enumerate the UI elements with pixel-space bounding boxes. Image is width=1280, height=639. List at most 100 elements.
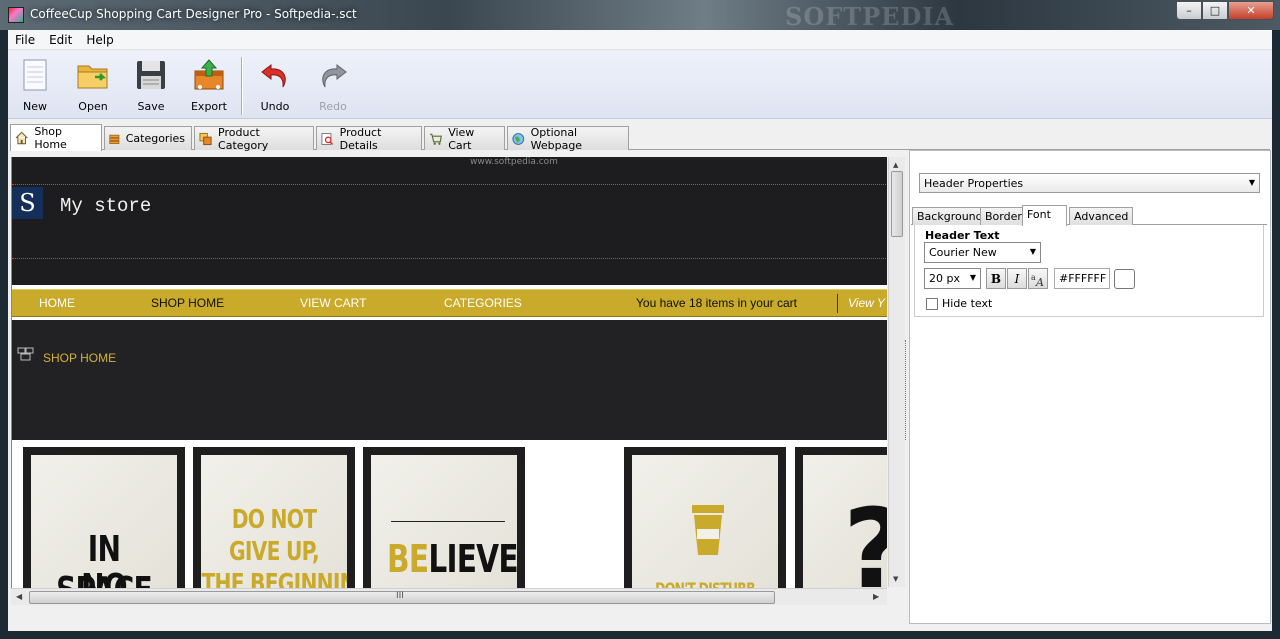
softpedia-watermark: SOFTPEDIA (785, 2, 955, 31)
poster-text: DO NOT (231, 505, 317, 535)
nav-categories[interactable]: CATEGORIES (444, 296, 522, 310)
title-bar: CoffeeCup Shopping Cart Designer Pro - S… (0, 0, 1280, 31)
scroll-right-arrow[interactable]: ▶ (873, 592, 879, 601)
scroll-up-arrow[interactable]: ▲ (893, 161, 898, 169)
export-icon (191, 57, 227, 93)
store-logo[interactable]: S (12, 187, 43, 219)
font-settings: Header Text Courier New ▼ 20 px ▼ B I aA… (914, 225, 1264, 317)
tab-label: Product Category (218, 125, 269, 152)
tab-label: Product Details (339, 125, 382, 152)
globe-icon (512, 132, 525, 145)
poster-text: ? (843, 485, 887, 588)
export-button[interactable]: Export (182, 55, 236, 115)
menu-help[interactable]: Help (79, 33, 120, 47)
poster-rule (391, 521, 505, 522)
undo-button[interactable]: Undo (248, 55, 302, 115)
store-nav-bar[interactable]: HOME SHOP HOME VIEW CART CATEGORIES You … (12, 289, 887, 317)
tab-advanced[interactable]: Advanced (1069, 207, 1134, 225)
chevron-down-icon: ▼ (1029, 247, 1036, 256)
product-details-icon (321, 132, 334, 145)
font-family-value: Courier New (929, 246, 997, 259)
product-card[interactable]: ? (795, 447, 887, 588)
tab-label: Categories (125, 132, 185, 145)
menu-edit[interactable]: Edit (42, 33, 79, 47)
properties-selector-value: Header Properties (924, 177, 1024, 190)
poster-word: LIEVE (428, 537, 517, 581)
panel-splitter[interactable] (905, 340, 908, 440)
new-button[interactable]: New (8, 55, 62, 115)
floppy-disk-icon (133, 57, 169, 93)
product-card[interactable]: IN SPACE NO ONE (23, 447, 185, 588)
font-family-select[interactable]: Courier New ▼ (924, 242, 1041, 263)
tab-product-details[interactable]: Product Details (316, 125, 422, 152)
canvas-watermark: www.softpedia.com (470, 157, 558, 167)
hide-text-label: Hide text (942, 297, 993, 310)
header-guide-top (12, 184, 887, 185)
cart-icon (429, 133, 442, 145)
redo-button[interactable]: Redo (306, 55, 360, 115)
poster-text: GIVE UP, (229, 537, 320, 567)
product-image: DO NOT GIVE UP, THE BEGINNING (201, 455, 347, 588)
poster-text: DON'T DISTURB (648, 579, 762, 588)
page-tabs: Shop Home Categories Product Category Pr… (10, 124, 1270, 152)
poster-text: NO ONE (81, 567, 128, 588)
save-button[interactable]: Save (124, 55, 178, 115)
minimize-button[interactable]: – (1176, 1, 1202, 20)
new-document-icon (17, 57, 53, 93)
tab-background[interactable]: Background (912, 207, 988, 225)
text-effect-icon: aA (1031, 273, 1044, 287)
app-icon (8, 7, 24, 23)
categories-icon (109, 134, 120, 144)
open-button[interactable]: Open (66, 55, 120, 115)
save-label: Save (137, 100, 165, 113)
chevron-down-icon: ▼ (969, 273, 976, 282)
menu-bar: File Edit Help (8, 30, 1272, 50)
tab-shop-home[interactable]: Shop Home (10, 124, 102, 151)
close-button[interactable]: ✕ (1228, 1, 1274, 20)
tab-font[interactable]: Font (1022, 205, 1067, 226)
store-name[interactable]: My store (60, 195, 151, 217)
toolbar-separator (241, 57, 242, 115)
design-canvas[interactable]: www.softpedia.com S My store HOME SHOP H… (11, 157, 887, 588)
boxes-icon (17, 347, 34, 361)
horizontal-scroll-thumb[interactable]: III (29, 591, 775, 604)
product-card[interactable]: DO NOT GIVE UP, THE BEGINNING (193, 447, 355, 588)
vertical-scroll-thumb[interactable] (891, 171, 903, 237)
section-bar[interactable]: SHOP HOME (12, 320, 887, 440)
tab-label: View Cart (448, 125, 475, 152)
scroll-left-arrow[interactable]: ◀ (16, 592, 22, 601)
color-swatch[interactable] (1114, 269, 1135, 289)
store-header[interactable]: www.softpedia.com S My store (12, 157, 887, 285)
redo-label: Redo (319, 100, 347, 113)
nav-shop-home[interactable]: SHOP HOME (151, 296, 224, 310)
view-cart-link[interactable]: View Y (848, 296, 885, 310)
font-size-select[interactable]: 20 px ▼ (924, 268, 981, 289)
horizontal-scrollbar[interactable]: ◀ III ▶ (11, 588, 887, 605)
maximize-button[interactable]: □ (1202, 1, 1228, 20)
bold-button[interactable]: B (986, 268, 1006, 289)
nav-home[interactable]: HOME (39, 296, 75, 310)
tab-categories[interactable]: Categories (104, 126, 192, 150)
product-card[interactable]: DON'T DISTURB (624, 447, 786, 588)
menu-file[interactable]: File (8, 33, 42, 47)
vertical-scrollbar[interactable]: ▲ ▼ (888, 157, 905, 587)
product-image: IN SPACE NO ONE (31, 455, 177, 588)
home-icon (15, 131, 28, 145)
nav-view-cart[interactable]: VIEW CART (300, 296, 366, 310)
chevron-down-icon: ▼ (1248, 178, 1255, 187)
scroll-down-arrow[interactable]: ▼ (893, 575, 898, 583)
italic-button[interactable]: I (1007, 268, 1027, 289)
clear-format-button[interactable]: aA (1028, 268, 1048, 289)
checkbox-box[interactable] (926, 297, 938, 310)
properties-selector[interactable]: Header Properties ▼ (919, 173, 1260, 193)
hide-text-checkbox[interactable]: Hide text (926, 297, 992, 310)
new-label: New (23, 100, 47, 113)
tab-view-cart[interactable]: View Cart (424, 125, 505, 152)
redo-arrow-icon (315, 57, 351, 93)
tab-optional-webpage[interactable]: Optional Webpage (507, 126, 629, 152)
header-guide-bottom (12, 258, 887, 259)
tab-border[interactable]: Border (980, 207, 1027, 225)
tab-product-category[interactable]: Product Category (194, 125, 314, 152)
color-value-field[interactable]: #FFFFFF (1054, 268, 1110, 289)
product-card[interactable]: BELIEVE (363, 447, 525, 588)
